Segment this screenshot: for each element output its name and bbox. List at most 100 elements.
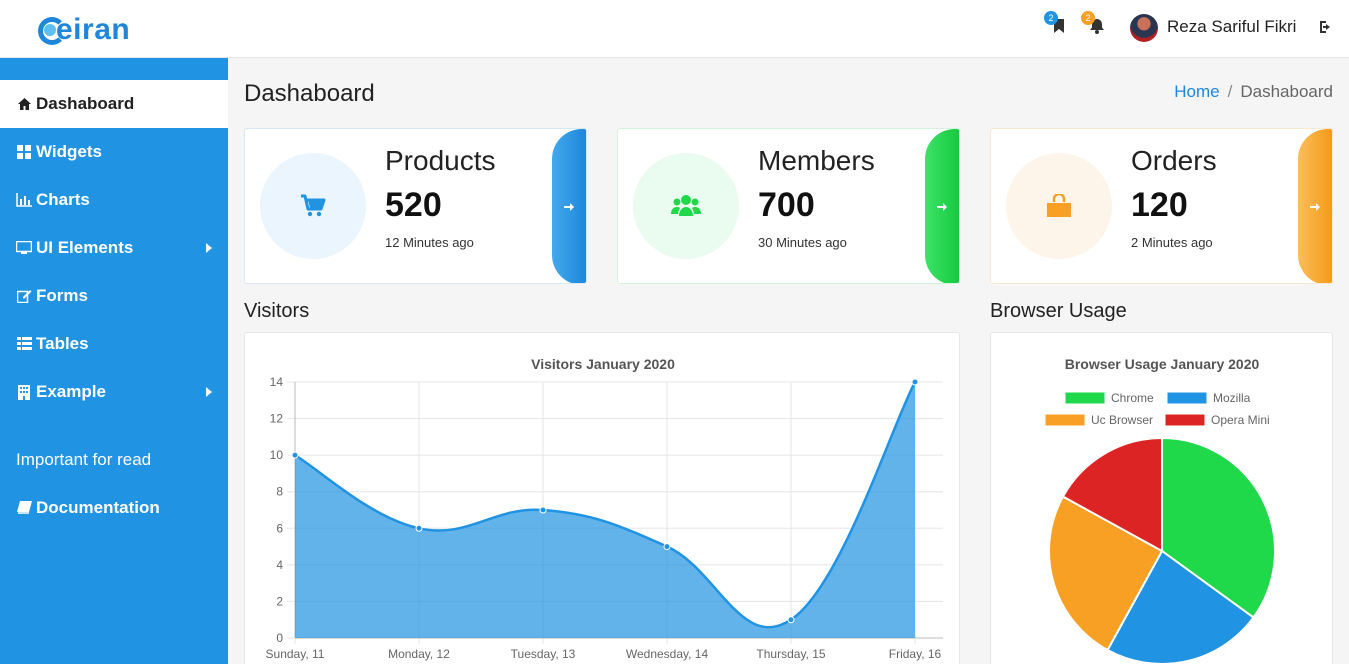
- visitors-chart-panel: Visitors January 2020 0 2 4 6 8 10 12 14 Sunday, …: [244, 332, 960, 664]
- sidebar-item-label: Charts: [36, 190, 90, 209]
- legend-swatch: [1164, 413, 1206, 427]
- card-value: 700: [758, 186, 815, 224]
- data-point: [415, 524, 423, 532]
- products-icon-circle: [260, 153, 366, 259]
- chart-title: Browser Usage January 2020: [1065, 356, 1260, 372]
- notifications-button[interactable]: 2: [1081, 11, 1109, 38]
- cart-icon: [301, 194, 326, 217]
- caret-right-icon: [206, 387, 212, 397]
- breadcrumb: Home / Dashaboard: [1174, 82, 1333, 102]
- members-icon-circle: [633, 153, 739, 259]
- sidebar-item-label: UI Elements: [36, 238, 134, 257]
- x-tick-label: Sunday, 11: [266, 647, 325, 661]
- sidebar-item-label: Tables: [36, 334, 89, 353]
- sidebar-item-tables[interactable]: Tables: [0, 320, 228, 368]
- legend-label: Mozilla: [1213, 391, 1251, 405]
- sidebar-item-dashboard[interactable]: Dashaboard: [0, 80, 228, 128]
- users-icon: [671, 195, 701, 216]
- products-card: Products 520 12 Minutes ago: [244, 128, 587, 284]
- sidebar-item-label: Dashaboard: [36, 94, 135, 113]
- y-tick-label: 2: [276, 594, 283, 608]
- sidebar-item-label: Widgets: [36, 142, 102, 161]
- chart-title: Visitors January 2020: [531, 356, 675, 372]
- top-navbar: eiran 2 2 Reza Sariful Fikri: [0, 0, 1349, 58]
- breadcrumb-home-link[interactable]: Home: [1174, 82, 1219, 101]
- desktop-icon: [16, 240, 32, 256]
- sidebar-important-link[interactable]: Important for read: [0, 436, 228, 484]
- y-tick-label: 14: [270, 375, 284, 389]
- x-tick-label: Thursday, 15: [756, 647, 825, 661]
- user-name[interactable]: Reza Sariful Fikri: [1167, 17, 1296, 37]
- arrow-right-icon: [1310, 203, 1320, 211]
- breadcrumb-current: Dashaboard: [1240, 82, 1333, 101]
- y-tick-label: 6: [276, 521, 283, 535]
- card-value: 520: [385, 186, 442, 224]
- card-timestamp: 2 Minutes ago: [1131, 235, 1213, 250]
- legend-swatch: [1064, 391, 1106, 405]
- sidebar-item-example[interactable]: Example: [0, 368, 228, 416]
- book-icon: [16, 500, 32, 516]
- legend-swatch: [1044, 413, 1086, 427]
- shopping-bag-icon: [1047, 194, 1071, 217]
- x-tick-label: Tuesday, 13: [511, 647, 576, 661]
- orders-card: Orders 120 2 Minutes ago: [990, 128, 1333, 284]
- logout-button[interactable]: [1318, 19, 1334, 35]
- card-title: Products: [385, 145, 496, 176]
- members-card: Members 700 30 Minutes ago: [617, 128, 960, 284]
- y-tick-label: 10: [270, 448, 284, 462]
- data-point: [787, 616, 795, 624]
- members-more-button[interactable]: [925, 129, 959, 283]
- y-tick-label: 12: [270, 412, 284, 426]
- sidebar-documentation-link[interactable]: Documentation: [0, 484, 228, 532]
- notification-count-badge: 2: [1081, 11, 1095, 25]
- browser-chart-panel: Browser Usage January 2020 Chrome Mozilla U…: [990, 332, 1333, 664]
- products-more-button[interactable]: [552, 129, 586, 283]
- card-timestamp: 30 Minutes ago: [758, 235, 847, 250]
- home-icon: [16, 96, 32, 112]
- data-point: [911, 378, 919, 386]
- bar-chart-icon: [16, 192, 32, 208]
- logo-text: eiran: [56, 13, 131, 46]
- sidebar-item-forms[interactable]: Forms: [0, 272, 228, 320]
- legend-label: Uc Browser: [1091, 413, 1153, 427]
- card-title: Orders: [1131, 145, 1217, 176]
- y-tick-label: 4: [276, 558, 283, 572]
- x-tick-label: Friday, 16: [889, 647, 942, 661]
- x-tick-label: Monday, 12: [388, 647, 450, 661]
- data-point: [539, 506, 547, 514]
- page-title: Dashaboard: [244, 80, 375, 107]
- sidebar-item-label: Example: [36, 382, 106, 401]
- breadcrumb-separator: /: [1227, 82, 1233, 101]
- user-avatar[interactable]: [1130, 14, 1158, 42]
- data-point: [663, 543, 671, 551]
- card-title: Members: [758, 145, 875, 176]
- legend-label: Chrome: [1111, 391, 1154, 405]
- sidebar-item-label: Important for read: [16, 450, 152, 469]
- orders-icon-circle: [1006, 153, 1112, 259]
- x-tick-label: Wednesday, 14: [626, 647, 709, 661]
- grid-icon: [16, 144, 32, 160]
- edit-icon: [16, 288, 32, 304]
- y-tick-label: 8: [276, 485, 283, 499]
- sidebar-item-charts[interactable]: Charts: [0, 176, 228, 224]
- data-point: [291, 451, 299, 459]
- arrow-right-icon: [937, 203, 947, 211]
- brand-logo[interactable]: eiran: [38, 14, 130, 46]
- card-value: 120: [1131, 186, 1188, 224]
- sidebar-item-label: Documentation: [36, 498, 160, 517]
- sidebar-item-ui-elements[interactable]: UI Elements: [0, 224, 228, 272]
- bookmark-count-badge: 2: [1044, 11, 1058, 25]
- legend-label: Opera Mini: [1211, 413, 1270, 427]
- visitors-chart: Visitors January 2020 0 2 4 6 8 10 12 14 Sunday, …: [266, 356, 943, 661]
- arrow-right-icon: [564, 203, 574, 211]
- sidebar: Dashaboard Widgets Charts UI Elements Fo…: [0, 58, 228, 664]
- y-tick-label: 0: [276, 631, 283, 645]
- caret-right-icon: [206, 243, 212, 253]
- building-icon: [16, 384, 32, 400]
- visitors-section-title: Visitors: [244, 300, 310, 322]
- sidebar-item-widgets[interactable]: Widgets: [0, 128, 228, 176]
- table-icon: [16, 336, 32, 352]
- orders-more-button[interactable]: [1298, 129, 1332, 283]
- card-timestamp: 12 Minutes ago: [385, 235, 474, 250]
- bookmark-button[interactable]: 2: [1044, 11, 1072, 38]
